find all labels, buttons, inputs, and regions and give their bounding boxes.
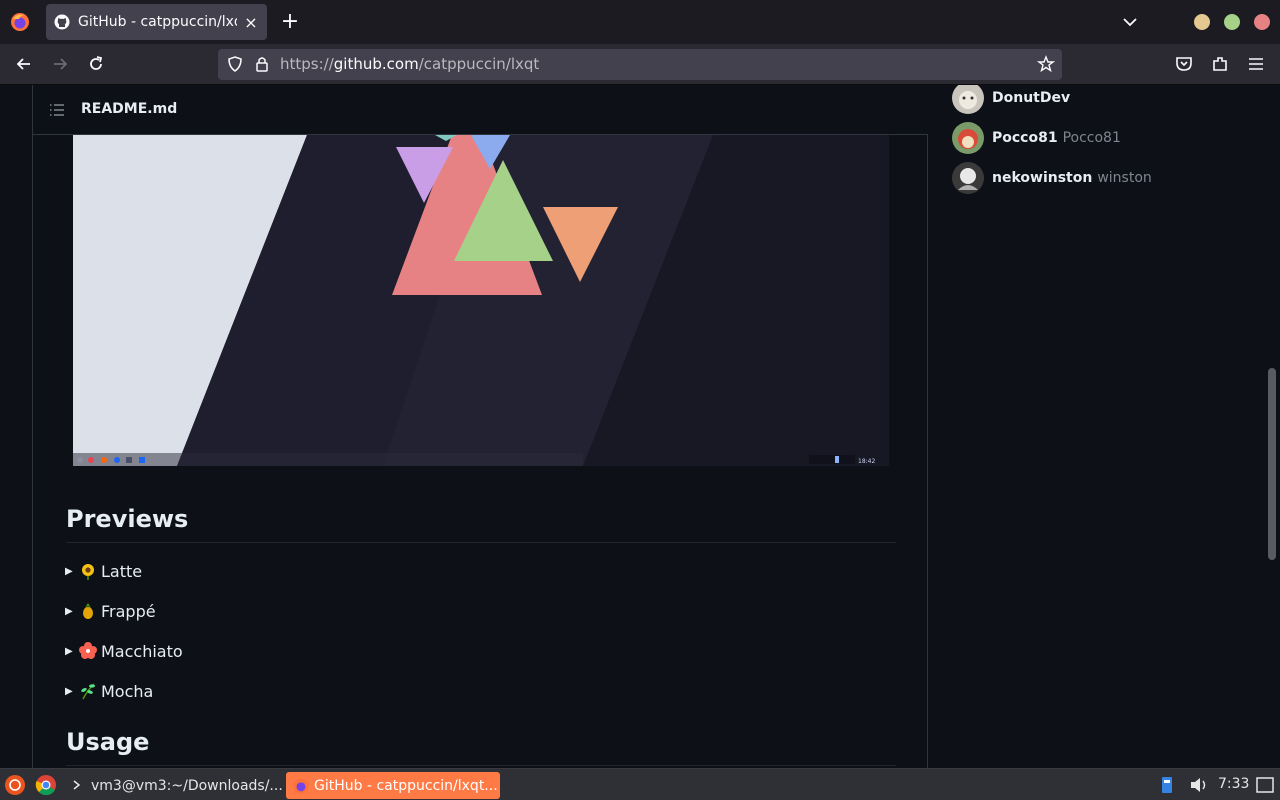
extensions-icon[interactable] <box>1210 54 1230 74</box>
flavor-label: Macchiato <box>101 641 183 661</box>
contributor-login: Pocco81 <box>992 130 1058 146</box>
disclosure-triangle-icon: ▶ <box>65 685 73 697</box>
contributor-login: nekowinston <box>992 170 1093 186</box>
back-icon[interactable] <box>14 54 34 74</box>
details-latte[interactable]: ▶ Latte <box>65 559 142 583</box>
contributor-item[interactable]: Pocco81 Pocco81 <box>952 122 1121 154</box>
browser-tab-strip: GitHub - catppuccin/lxqt × + <box>0 0 1280 44</box>
maximize-window-button[interactable] <box>1224 14 1240 30</box>
menu-icon[interactable] <box>1246 54 1266 74</box>
app-menu-icon[interactable] <box>4 774 26 796</box>
herb-emoji-icon <box>81 683 95 700</box>
network-icon[interactable] <box>1158 774 1176 796</box>
minimize-window-button[interactable] <box>1194 14 1210 30</box>
list-all-tabs-icon[interactable] <box>1120 12 1140 32</box>
pineapple-emoji-icon <box>83 603 93 619</box>
avatar[interactable] <box>952 162 984 194</box>
contributor-name: winston <box>1097 170 1152 186</box>
heading-divider <box>66 542 896 543</box>
firefox-icon[interactable] <box>9 11 31 33</box>
firefox-icon <box>293 778 309 793</box>
readme-filename: README.md <box>81 101 178 117</box>
readme-box: README.md 18:42 Previews ▶ Latte ▶ Frapp… <box>32 85 928 768</box>
forward-icon[interactable] <box>50 54 70 74</box>
task-firefox-label: GitHub - catppuccin/lxqt... <box>314 777 498 794</box>
details-mocha[interactable]: ▶ Mocha <box>65 679 153 703</box>
previews-heading: Previews <box>66 505 189 533</box>
url-bar[interactable]: https://github.com/catppuccin/lxqt <box>218 49 1062 80</box>
disclosure-triangle-icon: ▶ <box>65 565 73 577</box>
flavor-label: Frappé <box>101 601 156 621</box>
show-desktop-icon[interactable] <box>1254 774 1276 796</box>
navigation-toolbar: https://github.com/catppuccin/lxqt <box>0 44 1280 85</box>
outline-list-icon[interactable] <box>49 102 65 118</box>
disclosure-triangle-icon: ▶ <box>65 605 73 617</box>
close-window-button[interactable] <box>1254 14 1270 30</box>
sunflower-emoji-icon <box>82 564 94 580</box>
new-tab-button[interactable]: + <box>279 9 301 35</box>
lock-icon[interactable] <box>254 55 270 73</box>
contributor-item[interactable]: nekowinston winston <box>952 162 1152 194</box>
contributor-item[interactable]: DonutDev <box>952 85 1070 114</box>
page-scrollbar[interactable] <box>1268 368 1276 560</box>
avatar[interactable] <box>952 122 984 154</box>
terminal-icon <box>73 780 81 790</box>
avatar[interactable] <box>952 85 984 114</box>
taskbar-clock: 7:33 <box>1218 776 1250 792</box>
task-terminal[interactable]: vm3@vm3:~/Downloads/... <box>85 772 289 799</box>
contributor-login: DonutDev <box>992 90 1071 106</box>
theme-preview-screenshot: 18:42 <box>73 135 889 466</box>
flavor-label: Mocha <box>101 681 154 701</box>
usage-heading: Usage <box>66 728 150 756</box>
github-icon <box>54 14 70 30</box>
details-macchiato[interactable]: ▶ Macchiato <box>65 639 183 663</box>
details-frappe[interactable]: ▶ Frappé <box>65 599 156 623</box>
readme-header: README.md <box>33 85 928 135</box>
shield-icon[interactable] <box>226 55 244 73</box>
pocket-icon[interactable] <box>1174 54 1194 74</box>
preview-clock: 18:42 <box>858 458 875 465</box>
github-page: README.md 18:42 Previews ▶ Latte ▶ Frapp… <box>0 85 1280 768</box>
reload-icon[interactable] <box>86 54 106 74</box>
bookmark-star-icon[interactable] <box>1037 55 1055 73</box>
url-text: https://github.com/catppuccin/lxqt <box>280 55 540 73</box>
tab-title: GitHub - catppuccin/lxqt <box>78 14 237 30</box>
disclosure-triangle-icon: ▶ <box>65 645 73 657</box>
hibiscus-emoji-icon <box>79 642 97 659</box>
chrome-icon[interactable] <box>35 774 57 796</box>
heading-divider <box>66 765 896 766</box>
tab-github[interactable]: GitHub - catppuccin/lxqt × <box>46 4 267 40</box>
contributor-name: Pocco81 <box>1062 130 1121 146</box>
task-firefox[interactable]: GitHub - catppuccin/lxqt... <box>286 772 500 799</box>
flavor-label: Latte <box>101 561 143 581</box>
tab-close-icon[interactable]: × <box>243 13 259 32</box>
volume-icon[interactable] <box>1188 774 1210 796</box>
taskbar: vm3@vm3:~/Downloads/... GitHub - catppuc… <box>0 768 1280 800</box>
